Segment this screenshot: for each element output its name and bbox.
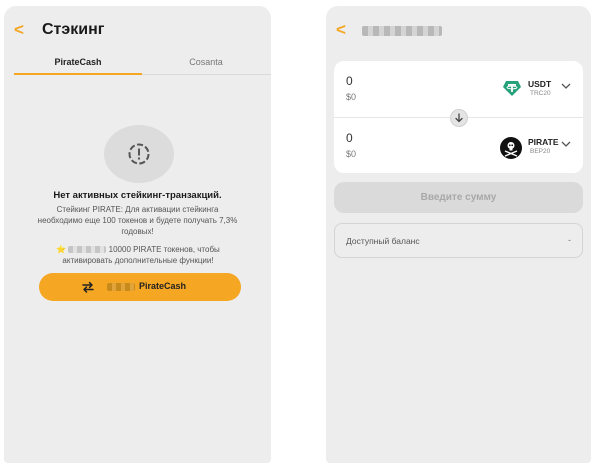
cta-label: PirateCash bbox=[139, 281, 187, 291]
tab-piratecash[interactable]: PirateCash bbox=[14, 56, 142, 68]
staking-note: ⭐ 10000 PIRATE токенов, чтобы активирова… bbox=[32, 244, 244, 266]
chevron-down-icon[interactable] bbox=[561, 83, 571, 90]
swap-arrows-icon bbox=[82, 281, 94, 293]
available-balance-field: Доступный баланс - bbox=[334, 223, 583, 258]
redacted-title bbox=[362, 26, 442, 36]
staking-tabs: PirateCash Cosanta bbox=[14, 52, 271, 75]
from-amount-input[interactable]: 0 bbox=[346, 74, 353, 88]
chevron-down-icon[interactable] bbox=[561, 141, 571, 148]
arrow-down-icon bbox=[455, 113, 463, 123]
available-balance-value: - bbox=[568, 235, 571, 245]
staking-screen: < Стэкинг PirateCash Cosanta Нет активны… bbox=[4, 6, 271, 463]
from-fiat-value: $0 bbox=[346, 92, 357, 102]
enter-amount-button[interactable]: Введите сумму bbox=[334, 182, 583, 213]
enter-amount-label: Введите сумму bbox=[420, 192, 497, 203]
to-amount-input[interactable]: 0 bbox=[346, 131, 353, 145]
empty-state-description: Стейкинг PIRATE: Для активации стейкинга… bbox=[37, 205, 238, 236]
swap-card: 0 $0 USDT TRC20 0 $0 PIRATE BEP20 bbox=[334, 61, 583, 173]
redacted-text bbox=[107, 283, 135, 291]
to-token-name: PIRATE bbox=[528, 137, 559, 147]
back-button[interactable]: < bbox=[14, 20, 24, 40]
active-tab-indicator bbox=[14, 73, 142, 75]
to-token-network: BEP20 bbox=[530, 148, 551, 155]
piratecash-action-button[interactable]: PirateCash bbox=[39, 273, 241, 301]
staking-header: < Стэкинг bbox=[4, 6, 271, 56]
swap-header: < bbox=[326, 6, 591, 56]
back-button[interactable]: < bbox=[336, 20, 346, 40]
page-title: Стэкинг bbox=[42, 21, 105, 38]
empty-state-badge bbox=[104, 125, 174, 183]
pirate-logo-icon bbox=[500, 137, 522, 159]
usdt-logo-icon bbox=[503, 81, 521, 96]
warning-icon bbox=[128, 143, 150, 165]
tab-cosanta[interactable]: Cosanta bbox=[142, 56, 270, 68]
available-balance-label: Доступный баланс bbox=[346, 236, 420, 246]
to-fiat-value: $0 bbox=[346, 149, 357, 159]
swap-direction-button[interactable] bbox=[450, 109, 468, 127]
from-token-network: TRC20 bbox=[530, 90, 551, 97]
star-icon: ⭐ bbox=[56, 245, 67, 254]
empty-state-title: Нет активных стейкинг-транзакций. bbox=[53, 190, 222, 201]
swap-screen: < 0 $0 USDT TRC20 0 $0 PIRATE BEP20 Введ… bbox=[326, 6, 591, 463]
redacted-text bbox=[68, 246, 107, 254]
from-token-name: USDT bbox=[528, 79, 552, 89]
